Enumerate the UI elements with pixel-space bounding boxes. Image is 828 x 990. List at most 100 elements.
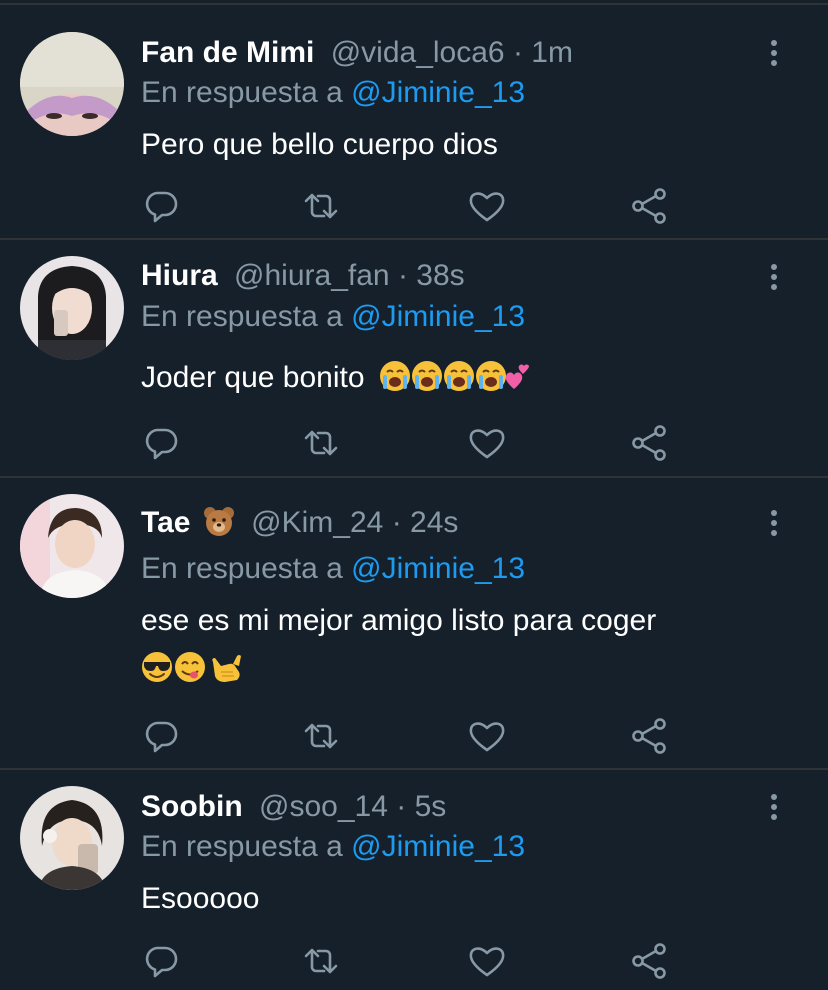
- loudly-crying-face-emoji: [475, 361, 506, 391]
- separator-dot: ·: [391, 506, 402, 539]
- more-vertical-icon: [771, 794, 777, 820]
- more-options-button[interactable]: [763, 792, 785, 822]
- user-handle[interactable]: @soo_14: [259, 790, 388, 823]
- reply-tweet[interactable]: Hiura @hiura_fan · 38s En respuesta a @J…: [0, 240, 828, 478]
- tweet-text: Esooooo: [141, 876, 781, 922]
- share-icon: [632, 188, 666, 224]
- retweet-button[interactable]: [301, 186, 341, 226]
- mention-link[interactable]: @Jiminie_13: [351, 76, 525, 109]
- like-button[interactable]: [467, 941, 507, 981]
- tweet-header: Hiura @hiura_fan · 38s: [141, 258, 465, 294]
- action-bar: [141, 941, 701, 981]
- tweet-text: Joder que bonito: [141, 355, 781, 407]
- name-emoji: [203, 506, 235, 545]
- reply-button[interactable]: [141, 423, 181, 463]
- share-icon: [632, 718, 666, 754]
- reply-prefix: En respuesta a: [141, 76, 343, 109]
- replies-feed: Fan de Mimi @vida_loca6 · 1m En respuest…: [0, 0, 828, 990]
- bear-face-emoji: [203, 507, 234, 536]
- more-options-button[interactable]: [763, 38, 785, 68]
- timestamp[interactable]: 5s: [415, 790, 447, 823]
- share-button[interactable]: [630, 941, 670, 981]
- face-savoring-food-emoji: [175, 652, 205, 682]
- separator-dot: ·: [396, 790, 407, 823]
- tweet-header: Fan de Mimi @vida_loca6 · 1m: [141, 35, 573, 71]
- reply-prefix: En respuesta a: [141, 830, 343, 863]
- reply-tweet[interactable]: Fan de Mimi @vida_loca6 · 1m En respuest…: [0, 5, 828, 240]
- reply-context: En respuesta a @Jiminie_13: [141, 829, 525, 865]
- reply-context: En respuesta a @Jiminie_13: [141, 75, 525, 111]
- separator-dot: ·: [397, 259, 408, 292]
- like-button[interactable]: [467, 716, 507, 756]
- user-handle[interactable]: @vida_loca6: [331, 36, 505, 69]
- share-button[interactable]: [630, 423, 670, 463]
- display-name[interactable]: Hiura: [141, 259, 218, 292]
- emoji-group: [141, 650, 781, 684]
- display-name[interactable]: Tae: [141, 506, 190, 539]
- reply-icon: [145, 721, 178, 753]
- mention-link[interactable]: @Jiminie_13: [351, 300, 525, 333]
- more-vertical-icon: [771, 510, 777, 536]
- more-vertical-icon: [771, 40, 777, 66]
- retweet-button[interactable]: [301, 423, 341, 463]
- timestamp[interactable]: 1m: [531, 36, 573, 69]
- retweet-button[interactable]: [301, 716, 341, 756]
- two-hearts-emoji: [505, 364, 529, 389]
- smiling-face-with-sunglasses-emoji: [142, 652, 172, 682]
- tweet-header: Tae @Kim_24 · 24s: [141, 505, 458, 541]
- like-button[interactable]: [467, 186, 507, 226]
- avatar[interactable]: [20, 786, 124, 890]
- timestamp[interactable]: 38s: [416, 259, 464, 292]
- mention-link[interactable]: @Jiminie_13: [351, 830, 525, 863]
- retweet-icon: [304, 948, 338, 974]
- more-vertical-icon: [771, 264, 777, 290]
- action-bar: [141, 716, 701, 756]
- avatar[interactable]: [20, 494, 124, 598]
- reply-icon: [145, 428, 178, 460]
- separator-dot: ·: [512, 36, 523, 69]
- retweet-icon: [304, 723, 338, 749]
- share-button[interactable]: [630, 716, 670, 756]
- loudly-crying-face-emoji: [411, 361, 442, 391]
- tweet-header: Soobin @soo_14 · 5s: [141, 789, 446, 825]
- reply-tweet[interactable]: Tae @Kim_24 · 24s En respuesta a @Jimini…: [0, 478, 828, 770]
- reply-button[interactable]: [141, 186, 181, 226]
- tweet-text-content: Pero que bello cuerpo dios: [141, 128, 498, 161]
- retweet-icon: [304, 430, 338, 456]
- heart-icon: [469, 947, 505, 977]
- action-bar: [141, 186, 701, 226]
- more-options-button[interactable]: [763, 508, 785, 538]
- user-handle[interactable]: @Kim_24: [251, 506, 383, 539]
- tweet-text-content: ese es mi mejor amigo listo para coger: [141, 604, 657, 637]
- reply-button[interactable]: [141, 716, 181, 756]
- emoji-group: [379, 359, 529, 407]
- loudly-crying-face-emoji: [443, 361, 474, 391]
- more-options-button[interactable]: [763, 262, 785, 292]
- timestamp[interactable]: 24s: [410, 506, 458, 539]
- reply-prefix: En respuesta a: [141, 300, 343, 333]
- tweet-text-content: Esooooo: [141, 882, 260, 915]
- heart-icon: [469, 429, 505, 459]
- share-button[interactable]: [630, 186, 670, 226]
- display-name[interactable]: Soobin: [141, 790, 243, 823]
- like-button[interactable]: [467, 423, 507, 463]
- mention-link[interactable]: @Jiminie_13: [351, 552, 525, 585]
- reply-prefix: En respuesta a: [141, 552, 343, 585]
- reply-context: En respuesta a @Jiminie_13: [141, 551, 525, 587]
- reply-icon: [145, 191, 178, 223]
- share-icon: [632, 943, 666, 979]
- reply-icon: [145, 946, 178, 978]
- reply-button[interactable]: [141, 941, 181, 981]
- call-me-hand-emoji: [212, 655, 241, 682]
- avatar[interactable]: [20, 256, 124, 360]
- heart-icon: [469, 192, 505, 222]
- user-handle[interactable]: @hiura_fan: [234, 259, 390, 292]
- retweet-button[interactable]: [301, 941, 341, 981]
- share-icon: [632, 425, 666, 461]
- reply-tweet[interactable]: Soobin @soo_14 · 5s En respuesta a @Jimi…: [0, 770, 828, 990]
- avatar[interactable]: [20, 32, 124, 136]
- tweet-text-content: Joder que bonito: [141, 361, 365, 394]
- tweet-text: Pero que bello cuerpo dios: [141, 122, 781, 168]
- display-name[interactable]: Fan de Mimi: [141, 36, 314, 69]
- heart-icon: [469, 722, 505, 752]
